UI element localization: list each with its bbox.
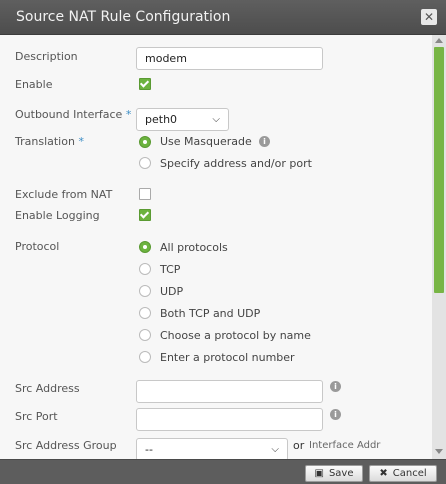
enable-checkbox[interactable] (139, 78, 151, 90)
enable-logging-label: Enable Logging (15, 209, 100, 222)
interface-addr-label: Interface Addr (309, 440, 381, 451)
nat-rule-dialog: Source NAT Rule Configuration ✕ Descript… (0, 0, 446, 484)
protocol-label: Protocol (15, 240, 60, 253)
description-input[interactable]: modem (136, 47, 323, 70)
cancel-button[interactable]: ✖ Cancel (369, 465, 437, 482)
info-icon[interactable]: i (259, 136, 270, 147)
src-address-group-select[interactable]: -- ⌵ (136, 438, 288, 459)
info-icon[interactable]: i (330, 381, 341, 392)
protocol-radio-both[interactable] (139, 307, 151, 319)
vertical-scrollbar[interactable] (432, 35, 446, 459)
save-button[interactable]: ▣ Save (305, 465, 363, 482)
scrollbar-thumb[interactable] (434, 47, 444, 293)
required-mark: * (78, 135, 84, 148)
description-label: Description (15, 50, 78, 63)
chevron-down-icon: ⌵ (271, 444, 279, 455)
exclude-from-nat-label: Exclude from NAT (15, 188, 113, 201)
protocol-option-by-name: Choose a protocol by name (160, 329, 311, 342)
protocol-radio-by-number[interactable] (139, 351, 151, 363)
cancel-button-label: Cancel (392, 468, 427, 479)
protocol-radio-udp[interactable] (139, 285, 151, 297)
dialog-titlebar: Source NAT Rule Configuration ✕ (0, 0, 446, 35)
or-text: or (293, 439, 305, 452)
enable-logging-checkbox[interactable] (139, 209, 151, 221)
protocol-radio-tcp[interactable] (139, 263, 151, 275)
cancel-icon: ✖ (379, 468, 388, 479)
protocol-option-all: All protocols (160, 241, 228, 254)
protocol-radio-all[interactable] (139, 241, 151, 253)
exclude-from-nat-checkbox[interactable] (139, 188, 151, 200)
outbound-interface-label-text: Outbound Interface (15, 108, 123, 121)
translation-radio-specify[interactable] (139, 157, 151, 169)
protocol-option-tcp: TCP (160, 263, 181, 276)
src-port-label: Src Port (15, 410, 58, 423)
enable-label: Enable (15, 78, 53, 91)
scroll-up-icon[interactable] (435, 38, 443, 43)
scroll-down-icon[interactable] (435, 449, 443, 454)
src-address-group-value: -- (145, 443, 153, 456)
src-address-group-label: Src Address Group (15, 439, 117, 452)
translation-label: Translation * (15, 135, 84, 148)
translation-option-specify: Specify address and/or port (160, 157, 312, 170)
info-icon[interactable]: i (330, 409, 341, 420)
close-icon[interactable]: ✕ (421, 9, 437, 25)
src-port-input[interactable] (136, 408, 323, 431)
src-address-input[interactable] (136, 380, 323, 403)
protocol-option-udp: UDP (160, 285, 184, 298)
outbound-interface-select[interactable]: peth0 ⌵ (136, 108, 229, 131)
protocol-radio-by-name[interactable] (139, 329, 151, 341)
dialog-title: Source NAT Rule Configuration (16, 9, 231, 25)
outbound-interface-label: Outbound Interface * (15, 108, 131, 121)
outbound-interface-value: peth0 (145, 113, 178, 126)
required-mark: * (125, 108, 132, 121)
save-button-label: Save (328, 468, 354, 479)
translation-option-masquerade: Use Masquerade (160, 135, 252, 148)
protocol-option-by-number: Enter a protocol number (160, 351, 295, 364)
save-icon: ▣ (314, 468, 324, 479)
translation-radio-masquerade[interactable] (139, 136, 151, 148)
protocol-option-both: Both TCP and UDP (160, 307, 261, 320)
src-address-label: Src Address (15, 382, 80, 395)
dialog-footer: ▣ Save ✖ Cancel (0, 459, 446, 484)
form-content: Description modem Enable Outbound Interf… (0, 35, 431, 459)
translation-label-text: Translation (15, 135, 75, 148)
chevron-down-icon: ⌵ (212, 114, 220, 125)
